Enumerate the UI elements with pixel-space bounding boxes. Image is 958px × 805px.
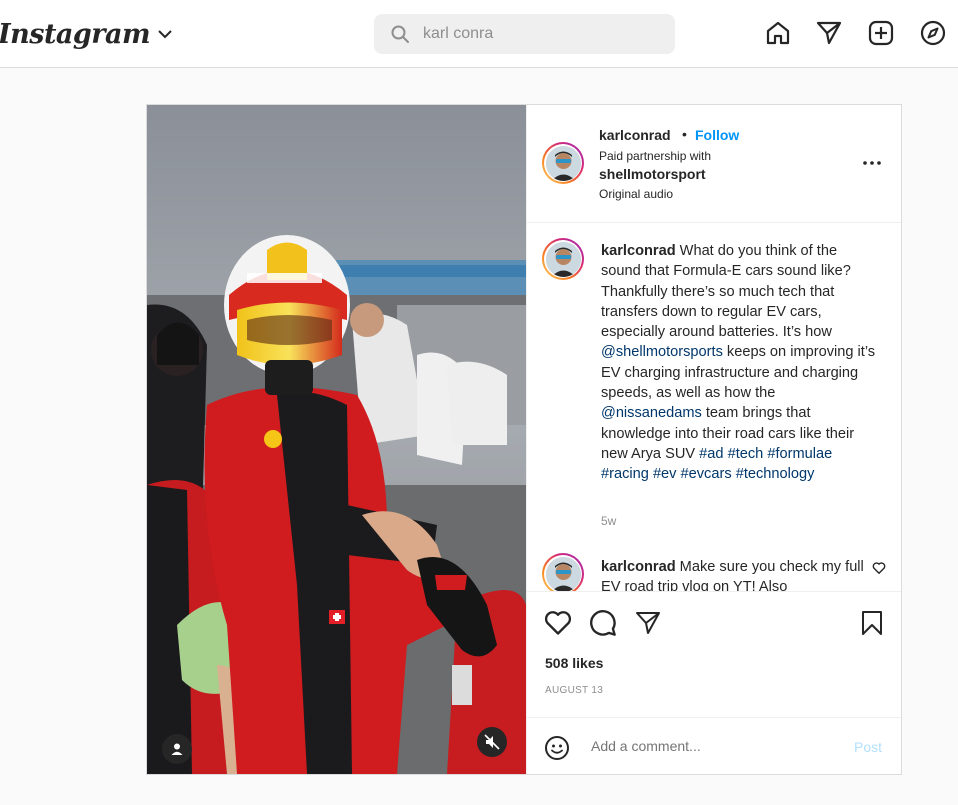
avatar-photo bbox=[545, 556, 581, 591]
post-card: karlconrad • Follow Paid partnership wit… bbox=[146, 104, 902, 775]
mention-link[interactable]: @shellmotorsports bbox=[601, 344, 723, 360]
instagram-logo[interactable]: Instagram bbox=[0, 14, 172, 54]
avatar-photo bbox=[545, 145, 581, 181]
comment-item: karlconrad Make sure you check my full E… bbox=[601, 557, 876, 591]
hashtag-link[interactable]: #tech bbox=[728, 446, 764, 462]
chevron-down-icon[interactable] bbox=[158, 29, 172, 39]
logo-text: Instagram bbox=[0, 18, 151, 50]
home-icon[interactable] bbox=[764, 19, 792, 47]
post-caption: karlconrad What do you think of the soun… bbox=[601, 241, 876, 485]
hashtag-link[interactable]: #evcars bbox=[681, 466, 732, 482]
audio-link[interactable]: Original audio bbox=[599, 187, 673, 201]
user-tags-button[interactable] bbox=[162, 734, 192, 764]
post-actions: 508 likes AUGUST 13 bbox=[527, 591, 901, 718]
emoji-icon[interactable] bbox=[543, 734, 571, 762]
direct-icon[interactable] bbox=[815, 19, 843, 47]
comment-input[interactable] bbox=[589, 737, 833, 755]
likes-count[interactable]: 508 likes bbox=[545, 655, 603, 671]
avatar-photo bbox=[545, 241, 581, 277]
follow-button[interactable]: Follow bbox=[695, 127, 739, 143]
comments-list[interactable]: karlconrad What do you think of the soun… bbox=[527, 223, 901, 591]
hashtag-link[interactable]: #ad bbox=[699, 446, 723, 462]
author-avatar[interactable] bbox=[542, 142, 584, 184]
post-date[interactable]: AUGUST 13 bbox=[545, 685, 603, 696]
share-icon[interactable] bbox=[633, 608, 663, 638]
save-icon[interactable] bbox=[857, 608, 887, 638]
like-icon[interactable] bbox=[543, 608, 573, 638]
new-post-icon[interactable] bbox=[867, 19, 895, 47]
top-nav-bar: Instagram bbox=[0, 0, 958, 68]
add-comment-bar: Post bbox=[527, 717, 901, 775]
post-header: karlconrad • Follow Paid partnership wit… bbox=[527, 105, 901, 223]
mute-button[interactable] bbox=[477, 727, 507, 757]
explore-icon[interactable] bbox=[919, 19, 947, 47]
mention-link[interactable]: @nissanedams bbox=[601, 405, 702, 421]
muted-speaker-icon bbox=[484, 734, 500, 750]
comment-avatar[interactable] bbox=[542, 553, 584, 591]
more-options-icon[interactable] bbox=[861, 153, 883, 173]
hashtag-link[interactable]: #technology bbox=[736, 466, 815, 482]
comment-like-icon[interactable] bbox=[872, 561, 886, 575]
user-icon bbox=[171, 743, 183, 755]
search-input[interactable] bbox=[421, 24, 655, 44]
video-frame-illustration bbox=[147, 105, 526, 774]
post-sidebar: karlconrad • Follow Paid partnership wit… bbox=[526, 105, 901, 774]
author-username[interactable]: karlconrad bbox=[599, 127, 671, 143]
hashtag-link[interactable]: #racing bbox=[601, 466, 649, 482]
search-icon bbox=[391, 25, 409, 43]
hashtag-link[interactable]: #ev bbox=[653, 466, 677, 482]
search-box[interactable] bbox=[374, 14, 675, 54]
paid-partnership-label: Paid partnership with bbox=[599, 149, 712, 163]
comment-username[interactable]: karlconrad bbox=[601, 559, 676, 575]
post-video[interactable] bbox=[147, 105, 526, 774]
hashtag-link[interactable]: #formulae bbox=[767, 446, 832, 462]
caption-timestamp[interactable]: 5w bbox=[601, 514, 616, 528]
partner-username[interactable]: shellmotorsport bbox=[599, 166, 706, 182]
caption-avatar[interactable] bbox=[542, 238, 584, 280]
caption-username[interactable]: karlconrad bbox=[601, 243, 676, 259]
separator-dot: • bbox=[682, 126, 687, 142]
comment-icon[interactable] bbox=[588, 608, 618, 638]
post-comment-button[interactable]: Post bbox=[854, 739, 882, 755]
